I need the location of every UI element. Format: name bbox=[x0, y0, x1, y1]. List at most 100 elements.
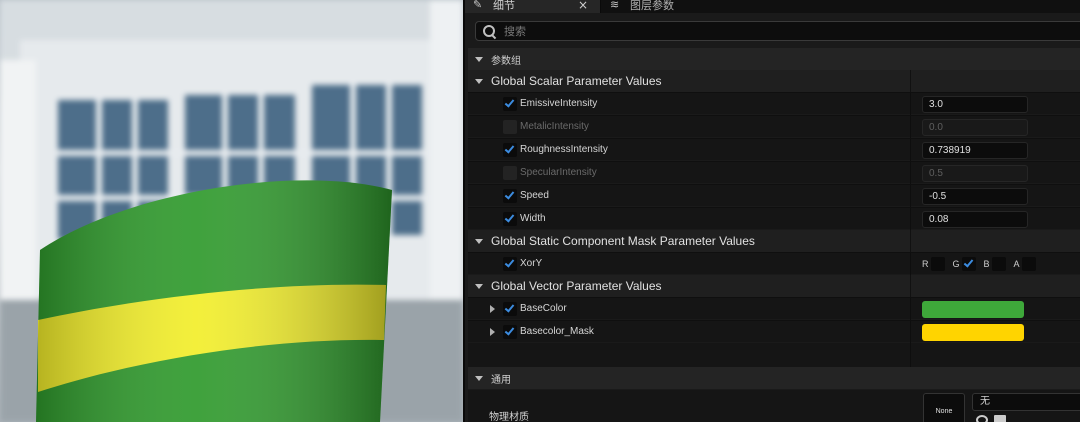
param-value-field[interactable]: 0.5 bbox=[922, 165, 1028, 182]
expand-arrow-icon[interactable] bbox=[490, 328, 495, 336]
column-divider bbox=[910, 275, 911, 297]
color-swatch[interactable] bbox=[922, 301, 1024, 318]
override-checkbox[interactable] bbox=[503, 325, 517, 339]
group-title: Global Vector Parameter Values bbox=[491, 279, 662, 293]
override-checkbox[interactable] bbox=[503, 120, 517, 134]
group-static-component-mask[interactable]: Global Static Component Mask Parameter V… bbox=[468, 230, 1080, 252]
column-divider bbox=[910, 343, 911, 367]
tab-details-label: 细节 bbox=[493, 0, 515, 12]
param-name: MetalicIntensity bbox=[520, 121, 589, 132]
param-value-field[interactable]: 0.0 bbox=[922, 119, 1028, 136]
column-divider bbox=[910, 253, 911, 275]
param-name: Speed bbox=[520, 190, 549, 201]
param-name: BaseColor bbox=[520, 303, 567, 314]
collapse-arrow-icon bbox=[475, 56, 483, 62]
asset-thumbnail[interactable]: None bbox=[923, 393, 965, 422]
param-name: 物理材质 bbox=[489, 412, 529, 422]
asset-picker-combo[interactable]: 无 bbox=[972, 393, 1080, 411]
param-row-basecolor: BaseColor bbox=[468, 297, 1080, 320]
category-general[interactable]: 通用 bbox=[468, 367, 1080, 389]
column-divider bbox=[910, 93, 911, 115]
details-panel: ✎ 细节 × ≋ 图层参数 参数组 Global Scalar Paramete… bbox=[463, 0, 1080, 422]
pencil-icon: ✎ bbox=[473, 0, 483, 11]
param-row-width: Width 0.08 bbox=[468, 207, 1080, 230]
checkmark-icon bbox=[504, 257, 515, 268]
channel-g-checkbox[interactable] bbox=[961, 257, 976, 271]
column-divider bbox=[910, 116, 911, 138]
param-name: Basecolor_Mask bbox=[520, 326, 594, 337]
tab-layer-parameters[interactable]: ≋ 图层参数 bbox=[602, 0, 752, 13]
collapse-arrow-icon bbox=[475, 375, 483, 381]
override-checkbox[interactable] bbox=[503, 302, 517, 316]
group-scalar-parameters[interactable]: Global Scalar Parameter Values bbox=[468, 70, 1080, 92]
column-divider bbox=[910, 208, 911, 230]
search-box[interactable] bbox=[475, 21, 1080, 41]
param-row-emissive-intensity: EmissiveIntensity 3.0 bbox=[468, 92, 1080, 115]
override-checkbox[interactable] bbox=[503, 143, 517, 157]
close-tab-icon[interactable]: × bbox=[578, 0, 588, 12]
search-icon bbox=[482, 24, 496, 38]
param-row-roughness-intensity: RoughnessIntensity 0.738919 bbox=[468, 138, 1080, 161]
color-swatch[interactable] bbox=[922, 324, 1024, 341]
tab-layer-parameters-label: 图层参数 bbox=[630, 0, 674, 12]
param-value-field[interactable]: 3.0 bbox=[922, 96, 1028, 113]
collapse-arrow-icon bbox=[475, 78, 483, 84]
layers-icon: ≋ bbox=[610, 0, 620, 11]
column-divider bbox=[910, 321, 911, 343]
column-divider bbox=[910, 70, 911, 92]
param-name: Width bbox=[520, 213, 546, 224]
param-name: RoughnessIntensity bbox=[520, 144, 608, 155]
pillar-mesh bbox=[36, 180, 392, 422]
checkmark-icon bbox=[504, 189, 515, 200]
param-row-specular-intensity: SpecularIntensity 0.5 bbox=[468, 161, 1080, 184]
param-name: EmissiveIntensity bbox=[520, 98, 598, 109]
browse-icon[interactable] bbox=[976, 415, 988, 422]
param-value-field[interactable]: 0.08 bbox=[922, 211, 1028, 228]
param-row-basecolor-mask: Basecolor_Mask bbox=[468, 320, 1080, 343]
override-checkbox[interactable] bbox=[503, 189, 517, 203]
channel-b-checkbox[interactable] bbox=[991, 257, 1006, 271]
checkmark-icon bbox=[504, 212, 515, 223]
checkmark-icon bbox=[504, 325, 515, 336]
category-parameter-groups[interactable]: 参数组 bbox=[468, 48, 1080, 70]
checkmark-icon bbox=[504, 143, 515, 154]
channel-a-checkbox[interactable] bbox=[1021, 257, 1036, 271]
empty-row bbox=[468, 343, 1080, 367]
checkmark-icon bbox=[963, 257, 973, 268]
param-value-field[interactable]: 0.738919 bbox=[922, 142, 1028, 159]
param-row-xory: XorY R G B A bbox=[468, 252, 1080, 275]
channel-r-checkbox[interactable] bbox=[930, 257, 945, 271]
override-checkbox[interactable] bbox=[503, 257, 517, 271]
checkmark-icon bbox=[504, 97, 515, 108]
channel-g-label: G bbox=[952, 259, 960, 269]
group-vector-parameters[interactable]: Global Vector Parameter Values bbox=[468, 275, 1080, 297]
collapse-arrow-icon bbox=[475, 238, 483, 244]
channel-r-label: R bbox=[922, 259, 929, 269]
folder-icon[interactable] bbox=[994, 415, 1006, 422]
channel-mask: R G B A bbox=[922, 257, 1044, 271]
column-divider bbox=[910, 298, 911, 320]
param-row-metalic-intensity: MetalicIntensity 0.0 bbox=[468, 115, 1080, 138]
search-input[interactable] bbox=[504, 24, 1004, 38]
override-checkbox[interactable] bbox=[503, 212, 517, 226]
expand-arrow-icon[interactable] bbox=[490, 305, 495, 313]
column-divider bbox=[910, 230, 911, 252]
column-divider bbox=[910, 185, 911, 207]
viewport[interactable] bbox=[0, 0, 463, 422]
category-title: 通用 bbox=[491, 374, 511, 386]
channel-b-label: B bbox=[983, 259, 990, 269]
collapse-arrow-icon bbox=[475, 283, 483, 289]
param-row-physical-material: 物理材质 None 无 bbox=[468, 390, 1080, 422]
override-checkbox[interactable] bbox=[503, 97, 517, 111]
group-title: Global Static Component Mask Parameter V… bbox=[491, 234, 755, 248]
tab-bar: ✎ 细节 × ≋ 图层参数 bbox=[465, 0, 1080, 13]
category-title: 参数组 bbox=[491, 55, 521, 67]
param-value-field[interactable]: -0.5 bbox=[922, 188, 1028, 205]
column-divider bbox=[910, 139, 911, 161]
param-row-speed: Speed -0.5 bbox=[468, 184, 1080, 207]
param-name: SpecularIntensity bbox=[520, 167, 597, 178]
checkmark-icon bbox=[504, 302, 515, 313]
asset-actions bbox=[976, 415, 1006, 422]
tab-details[interactable]: ✎ 细节 × bbox=[465, 0, 601, 13]
override-checkbox[interactable] bbox=[503, 166, 517, 180]
